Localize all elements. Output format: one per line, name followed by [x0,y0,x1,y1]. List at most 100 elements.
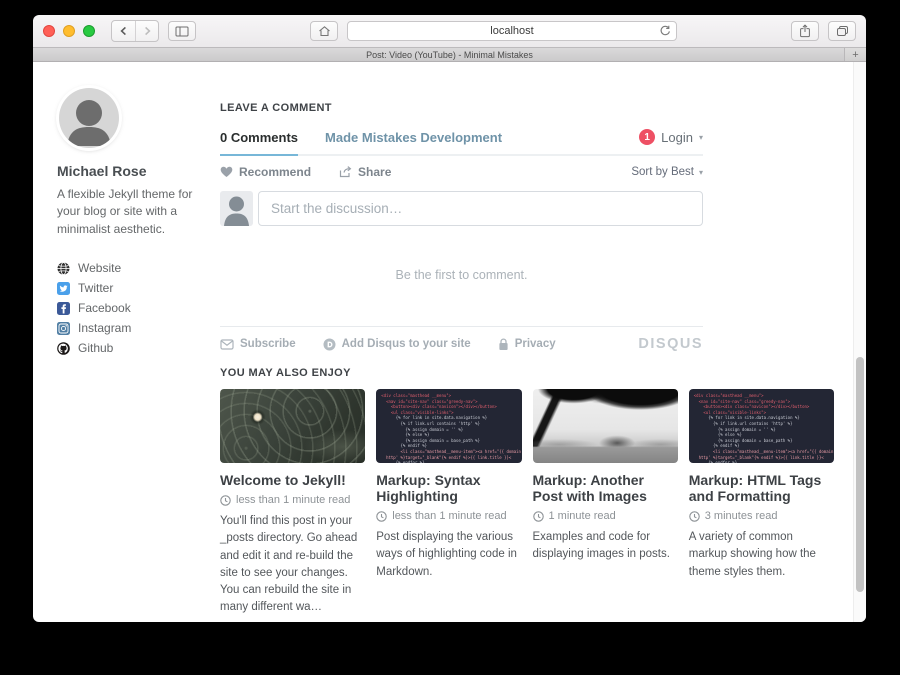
post-title[interactable]: Markup: Another Post with Images [533,472,678,504]
commenter-avatar [220,191,253,226]
post-excerpt: You'll find this post in your _posts dir… [220,513,365,617]
read-time-label: less than 1 minute read [392,510,506,522]
heart-icon [220,166,233,178]
related-post-card[interactable]: <div class="masthead __menu"> <nav id="s… [376,389,521,617]
share-icon [799,24,811,38]
post-excerpt: Post displaying the various ways of high… [376,529,521,581]
post-teaser-image-code: <div class="masthead __menu"> <nav id="s… [689,389,834,463]
show-tabs-button[interactable] [828,21,856,41]
zoom-window-button[interactable] [83,25,95,37]
home-icon [318,25,331,37]
clock-icon [220,495,231,506]
add-disqus-to-your-site-link[interactable]: Add Disqus to your site [323,338,471,351]
sort-by-best-dropdown[interactable]: Sort by Best ▾ [631,166,703,178]
author-bio: A flexible Jekyll theme for your blog or… [57,186,199,238]
code-line: {% endfor %} [694,460,829,463]
address-bar[interactable]: localhost [347,21,677,41]
new-tab-button[interactable]: + [844,48,866,61]
minimize-window-button[interactable] [63,25,75,37]
active-tab[interactable]: Post: Video (YouTube) - Minimal Mistakes [366,50,533,60]
read-time-label: 3 minutes read [705,510,778,522]
related-cards: Welcome to Jekyll! less than 1 minute rea… [220,389,834,617]
comments-heading: LEAVE A COMMENT [220,102,703,114]
sidebar-item-label: Github [78,341,113,355]
tab-community[interactable]: Made Mistakes Development [325,130,502,154]
tab-comment-count[interactable]: 0 Comments [220,130,298,156]
sort-label: Sort by Best [631,166,694,178]
sidebar-item-label: Website [78,261,121,275]
history-nav-group [111,20,159,42]
envelope-icon [220,339,234,350]
clock-icon [376,511,387,522]
disqus-logo[interactable]: DISQUS [638,336,703,352]
related-post-card[interactable]: Markup: Another Post with Images 1 minute… [533,389,678,617]
forward-button[interactable] [135,21,158,41]
footer-item-label: Add Disqus to your site [342,338,471,350]
comments-section: LEAVE A COMMENT 0 Comments Made Mistakes… [220,102,703,352]
footer-item-label: Privacy [515,338,556,350]
sidebar-item-label: Facebook [78,301,131,315]
comment-input[interactable] [258,191,703,226]
sidebar-item-instagram[interactable]: Instagram [57,318,209,338]
code-line: {% endfor %} [381,460,516,463]
post-read-time: 3 minutes read [689,510,834,522]
sidebar-item-facebook[interactable]: Facebook [57,298,209,318]
sidebar-links: Website Twitter Facebook Instagram Github [57,258,209,358]
author-name: Michael Rose [57,163,209,179]
post-excerpt: A variety of common markup showing how t… [689,529,834,581]
divider [220,326,703,327]
post-read-time: less than 1 minute read [376,510,521,522]
read-time-label: less than 1 minute read [236,494,350,506]
disqus-circle-icon [323,338,336,351]
sidebar-item-twitter[interactable]: Twitter [57,278,209,298]
sidebar-item-github[interactable]: Github [57,338,209,358]
chevron-left-icon [119,26,129,36]
close-window-button[interactable] [43,25,55,37]
globe-icon [57,262,70,275]
person-silhouette-icon [59,88,119,148]
read-time-label: 1 minute read [549,510,616,522]
privacy-link[interactable]: Privacy [498,338,556,351]
scrollbar-thumb[interactable] [856,357,864,592]
disqus-actions: Recommend Share Sort by Best ▾ [220,165,703,179]
post-excerpt: Examples and code for displaying images … [533,529,678,564]
reload-icon [659,25,671,37]
page-content: Michael Rose A flexible Jekyll theme for… [33,62,866,622]
lock-icon [498,338,509,351]
clock-icon [533,511,544,522]
author-avatar [59,88,119,148]
share-thread-button[interactable]: Share [339,165,391,179]
back-button[interactable] [112,21,135,41]
recommend-button[interactable]: Recommend [220,165,311,179]
sidebar-item-website[interactable]: Website [57,258,209,278]
url-text: localhost [490,25,533,37]
footer-item-label: Subscribe [240,338,296,350]
reload-button[interactable] [659,25,671,40]
browser-toolbar: localhost [33,15,866,48]
login-button[interactable]: 1 Login ▾ [639,129,703,154]
empty-thread-message: Be the first to comment. [220,268,703,282]
recommend-label: Recommend [239,165,311,179]
share-button[interactable] [791,21,819,41]
post-title[interactable]: Markup: HTML Tags and Formatting [689,472,834,504]
home-button[interactable] [310,21,338,41]
notification-badge: 1 [639,129,655,145]
traffic-lights [43,25,95,37]
sidebar-item-label: Instagram [78,321,131,335]
chevron-right-icon [142,26,152,36]
post-title[interactable]: Welcome to Jekyll! [220,472,365,488]
chevron-down-icon: ▾ [699,133,703,142]
disqus-footer: DISQUS Subscribe Add Disqus to your site P… [220,336,703,352]
related-post-card[interactable]: <div class="masthead __menu"> <nav id="s… [689,389,834,617]
subscribe-link[interactable]: Subscribe [220,338,296,350]
login-label: Login [661,130,693,145]
instagram-icon [57,322,70,335]
related-post-card[interactable]: Welcome to Jekyll! less than 1 minute rea… [220,389,365,617]
sidebar-toggle-button[interactable] [168,21,196,41]
post-teaser-image-moss [220,389,365,463]
code-line: <button><div class="navicon"></div></but… [381,404,516,410]
post-title[interactable]: Markup: Syntax Highlighting [376,472,521,504]
post-read-time: 1 minute read [533,510,678,522]
chevron-down-icon: ▾ [699,168,703,177]
scrollbar-track[interactable] [853,62,866,622]
